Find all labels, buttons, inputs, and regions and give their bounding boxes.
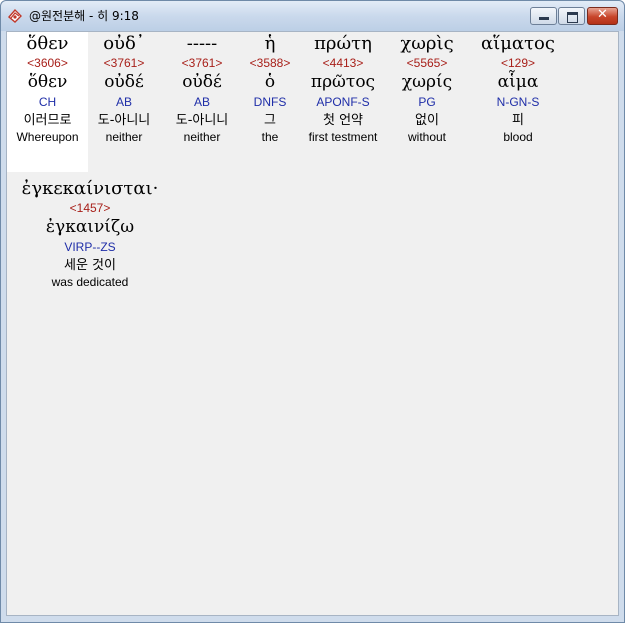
strong-number[interactable]: <129>	[466, 55, 570, 71]
lemma: πρῶτος	[310, 72, 376, 92]
english-gloss: the	[261, 130, 279, 144]
strong-number[interactable]: <4413>	[298, 55, 388, 71]
strong-number[interactable]: <5565>	[388, 55, 466, 71]
bible-app-icon	[8, 8, 22, 23]
word-column[interactable]: ----- <3761> οὐδέ AB 도-아니니 neither	[165, 32, 239, 145]
greek-word: -----	[186, 33, 218, 54]
lemma: χωρίς	[401, 72, 453, 92]
lemma: αἷμα	[497, 72, 539, 92]
word-column[interactable]: ἡ <3588> ὁ DNFS 그 the	[242, 32, 298, 145]
english-gloss: neither	[105, 130, 143, 144]
title-bar[interactable]: @원전분해 - 히 9:18 ✕	[1, 1, 624, 31]
greek-word: οὐδ᾽	[103, 33, 145, 54]
parsing-code: AB	[193, 95, 210, 109]
word-column[interactable]: χωρὶς <5565> χωρίς PG 없이 without	[388, 32, 466, 145]
lemma: οὐδέ	[104, 72, 144, 92]
parsing-code: VIRP--ZS	[64, 240, 116, 254]
parsing-code: APONF-S	[316, 95, 370, 109]
lemma: ὅθεν	[27, 72, 68, 92]
parsing-code: AB	[115, 95, 132, 109]
parsing-code: PG	[418, 95, 436, 109]
parsing-code: N-GN-S	[496, 95, 540, 109]
lemma: οὐδέ	[182, 72, 222, 92]
greek-word: αἵματος	[481, 33, 555, 54]
maximize-button[interactable]	[558, 7, 585, 25]
korean-gloss: 첫 언약	[322, 113, 363, 128]
word-column[interactable]: ὅθεν <3606> ὅθεν CH 이러므로 Whereupon	[7, 32, 88, 172]
word-column[interactable]: αἵματος <129> αἷμα N-GN-S 피 blood	[466, 32, 570, 145]
korean-gloss: 도-아니니	[175, 113, 229, 128]
lemma: ἐγκαινίζω	[45, 217, 135, 237]
maximize-icon	[567, 12, 578, 23]
english-gloss: first testment	[308, 130, 378, 144]
korean-gloss: 없이	[415, 113, 439, 128]
english-gloss: Whereupon	[16, 130, 79, 144]
word-column[interactable]: οὐδ᾽ <3761> οὐδέ AB 도-아니니 neither	[88, 32, 160, 145]
greek-word: πρώτη	[314, 33, 372, 54]
korean-gloss: 이러므로	[23, 113, 72, 128]
english-gloss: neither	[183, 130, 221, 144]
greek-word: χωρὶς	[400, 33, 454, 54]
close-button[interactable]: ✕	[587, 7, 618, 25]
korean-gloss: 세운 것이	[64, 258, 116, 273]
interlinear-pane[interactable]: ὅθεν <3606> ὅθεν CH 이러므로 Whereupon οὐδ᾽ …	[6, 31, 619, 616]
app-window: @원전분해 - 히 9:18 ✕ ὅθεν <3606> ὅθεν CH 이러므…	[0, 0, 625, 623]
close-icon: ✕	[597, 7, 608, 22]
lemma: ὁ	[264, 72, 276, 92]
korean-gloss: 피	[512, 113, 524, 128]
english-gloss: without	[407, 130, 447, 144]
greek-word: ὅθεν	[26, 33, 69, 54]
parsing-code: DNFS	[253, 95, 287, 109]
word-column[interactable]: πρώτη <4413> πρῶτος APONF-S 첫 언약 first t…	[298, 32, 388, 145]
minimize-button[interactable]	[530, 7, 557, 25]
greek-word: ἡ	[264, 33, 276, 54]
strong-number[interactable]: <3761>	[88, 55, 160, 71]
strong-number[interactable]: <3606>	[7, 55, 88, 71]
english-gloss: blood	[503, 130, 533, 144]
window-title: @원전분해 - 히 9:18	[29, 9, 139, 23]
korean-gloss: 도-아니니	[97, 113, 151, 128]
greek-word: ἐγκεκαίνισται·	[21, 178, 159, 199]
strong-number[interactable]: <1457>	[7, 200, 173, 216]
parsing-code: CH	[38, 95, 57, 109]
strong-number[interactable]: <3588>	[242, 55, 298, 71]
korean-gloss: 그	[264, 113, 276, 128]
minimize-icon	[539, 17, 549, 20]
english-gloss: was dedicated	[51, 275, 129, 289]
strong-number[interactable]: <3761>	[165, 55, 239, 71]
word-column[interactable]: ἐγκεκαίνισται· <1457> ἐγκαινίζω VIRP--ZS…	[7, 177, 173, 290]
